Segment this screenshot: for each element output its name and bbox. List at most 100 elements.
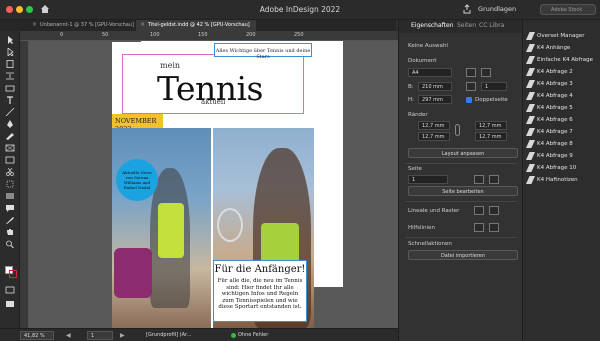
workspace-switcher[interactable]: Grundlagen <box>478 5 516 13</box>
tab-cc-libraries[interactable]: CC Libra <box>479 22 504 29</box>
style-icon <box>526 128 535 136</box>
zoom-tool-icon[interactable] <box>5 240 15 248</box>
link-margins-icon[interactable] <box>455 124 460 136</box>
page-select[interactable]: 1 <box>408 175 448 184</box>
zoom-field[interactable]: 41,82 % <box>20 331 54 340</box>
list-item[interactable]: K4 Abfrage 7 <box>523 126 600 138</box>
edit-page-button[interactable]: Seite bearbeiten <box>408 186 518 196</box>
width-field[interactable]: 210 mm <box>418 82 452 91</box>
guides-label: Hilfslinien <box>408 225 435 231</box>
margin-inside-field[interactable]: 12,7 mm <box>475 121 507 130</box>
style-icon <box>526 176 535 184</box>
hand-tool-icon[interactable] <box>5 228 15 236</box>
tab-unbenannt[interactable]: × Unbenannt-1 @ 37 % [GPU-Vorschau] <box>28 20 136 31</box>
beginner-box[interactable]: Für die Anfänger! Für alle die, die neu … <box>213 260 307 322</box>
pages-count-field[interactable]: 1 <box>481 82 507 91</box>
list-item[interactable]: K4 Abfrage 3 <box>523 78 600 90</box>
tab-eigenschaften[interactable]: Eigenschaften <box>411 22 454 29</box>
gap-tool-icon[interactable] <box>5 72 15 80</box>
search-input[interactable]: Adobe Stock <box>540 4 596 15</box>
page-size-select[interactable]: A4 <box>408 68 452 77</box>
free-transform-tool-icon[interactable] <box>5 180 15 188</box>
list-item[interactable]: K4 Abfrage 9 <box>523 150 600 162</box>
divider <box>405 237 517 238</box>
list-item[interactable]: K4 Haftnotizen <box>523 174 600 186</box>
list-item[interactable]: K4 Abfrage 8 <box>523 138 600 150</box>
guides-toggle-icon[interactable] <box>474 223 484 232</box>
pencil-tool-icon[interactable] <box>5 132 15 140</box>
racket <box>217 208 243 242</box>
tab-label: Titel-geldst.indd @ 42 % [GPU-Vorschau] <box>148 22 250 28</box>
adjust-layout-button[interactable]: Layout anpassen <box>408 148 518 158</box>
grid-toggle-icon[interactable] <box>489 206 499 215</box>
margin-bottom-field[interactable]: 12,7 mm <box>418 132 450 141</box>
list-item[interactable]: K4 Abfrage 5 <box>523 102 600 114</box>
margin-top-field[interactable]: 12,7 mm <box>418 121 450 130</box>
date-badge[interactable]: NOVEMBER 2022 <box>112 114 163 133</box>
news-circle[interactable]: Aktuelle News von Serena Williams und Ra… <box>116 159 158 201</box>
photo-frame-nadal[interactable] <box>112 128 211 330</box>
selection-tool-icon[interactable] <box>5 36 15 44</box>
margin-outside-field[interactable]: 12,7 mm <box>475 132 507 141</box>
document-tab-bar: × Unbenannt-1 @ 37 % [GPU-Vorschau] × Ti… <box>0 20 396 31</box>
list-item[interactable]: K4 Anhänge <box>523 42 600 54</box>
direct-selection-tool-icon[interactable] <box>5 48 15 56</box>
portrait-orientation-icon[interactable] <box>466 68 476 77</box>
facing-pages-checkbox[interactable] <box>466 97 472 103</box>
margins-section-label: Ränder <box>408 112 428 118</box>
preflight-status[interactable]: Ohne Fehler <box>238 332 268 338</box>
quick-actions-label: Schnellaktionen <box>408 241 452 247</box>
scissors-tool-icon[interactable] <box>5 168 15 176</box>
note-tool-icon[interactable] <box>5 204 15 212</box>
list-item[interactable]: K4 Abfrage 10 <box>523 162 600 174</box>
no-selection-label: Keine Auswahl <box>408 43 448 49</box>
style-icon <box>526 80 535 88</box>
document-page[interactable]: Alles Wichtige über Tennis und deine Sta… <box>112 42 314 330</box>
page-number-field[interactable]: 1 <box>87 331 113 340</box>
pen-tool-icon[interactable] <box>5 120 15 128</box>
properties-tabs: Eigenschaften Seiten CC Libra <box>399 20 523 33</box>
type-tool-icon[interactable] <box>5 96 15 104</box>
gradient-tool-icon[interactable] <box>5 192 15 200</box>
formatting-affects-container-icon[interactable] <box>5 286 15 294</box>
list-item[interactable]: K4 Abfrage 4 <box>523 90 600 102</box>
screen-mode-icon[interactable] <box>5 300 15 308</box>
share-icon[interactable] <box>462 4 472 14</box>
style-icon <box>526 32 535 40</box>
tab-seiten[interactable]: Seiten <box>457 22 476 29</box>
tennis-bag <box>114 248 152 298</box>
content-collector-icon[interactable] <box>5 84 15 92</box>
style-icon <box>526 116 535 124</box>
list-item[interactable]: Overset Manager <box>523 30 600 42</box>
first-page-icon[interactable]: ◀ <box>66 332 71 339</box>
page-add-icon[interactable] <box>474 175 484 184</box>
profile-label[interactable]: [Grundprofil] (Ar... <box>146 332 191 338</box>
tools-panel <box>0 31 20 328</box>
rectangle-tool-icon[interactable] <box>5 156 15 164</box>
vertical-ruler[interactable] <box>20 41 29 328</box>
landscape-orientation-icon[interactable] <box>481 68 491 77</box>
list-item[interactable]: K4 Abfrage 2 <box>523 66 600 78</box>
close-tab-icon[interactable]: × <box>32 21 37 28</box>
list-item[interactable]: Einfache K4 Abfrage <box>523 54 600 66</box>
eyedropper-tool-icon[interactable] <box>5 216 15 224</box>
horizontal-ruler[interactable]: 0 50 100 150 200 250 <box>20 31 398 41</box>
style-icon <box>526 56 535 64</box>
line-tool-icon[interactable] <box>5 108 15 116</box>
next-page-icon[interactable]: ▶ <box>120 332 125 339</box>
page-duplicate-icon[interactable] <box>489 175 499 184</box>
import-file-button[interactable]: Datei importieren <box>408 250 518 260</box>
rectangle-frame-tool-icon[interactable] <box>5 144 15 152</box>
tagline-frame[interactable]: Alles Wichtige über Tennis und deine Sta… <box>214 43 312 60</box>
stroke-swatch[interactable] <box>9 270 17 278</box>
close-tab-icon[interactable]: × <box>140 21 145 28</box>
ruler-toggle-icon[interactable] <box>474 206 484 215</box>
list-item[interactable]: K4 Abfrage 6 <box>523 114 600 126</box>
page-tool-icon[interactable] <box>5 60 15 68</box>
tab-titel[interactable]: × Titel-geldst.indd @ 42 % [GPU-Vorschau… <box>136 20 256 31</box>
smart-guides-icon[interactable] <box>489 223 499 232</box>
height-field[interactable]: 297 mm <box>418 95 452 104</box>
magazine-aktuell[interactable]: aktuell <box>201 98 225 106</box>
ruler-mark: 150 <box>198 32 208 38</box>
divider <box>405 163 517 164</box>
